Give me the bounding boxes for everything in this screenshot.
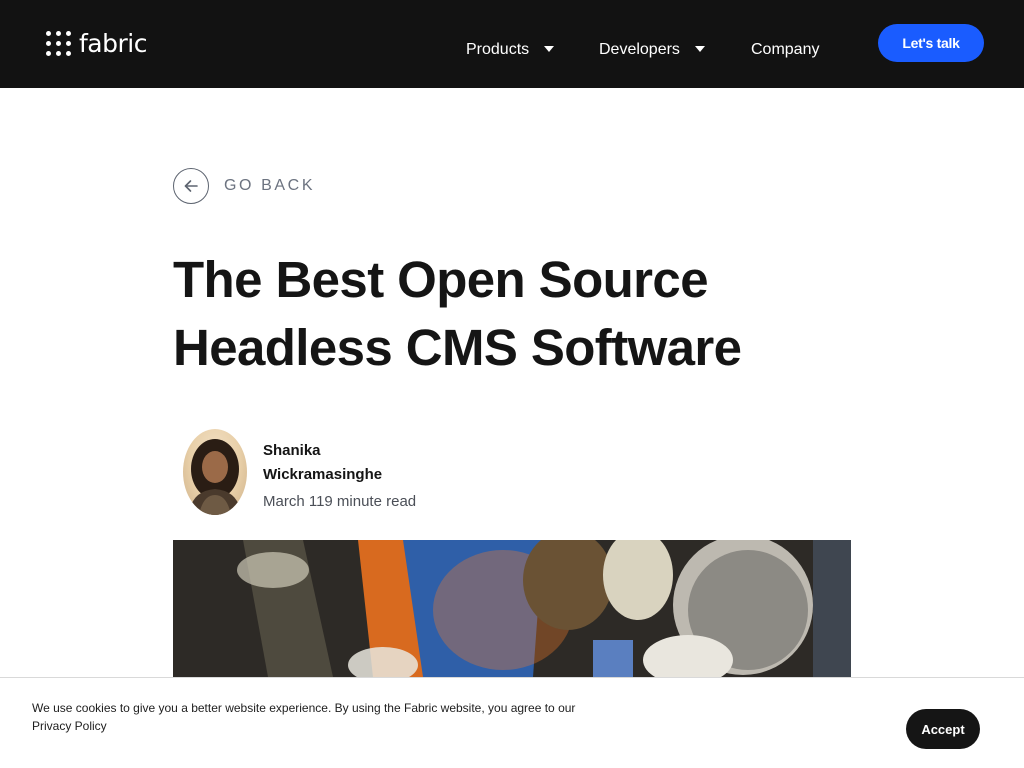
chevron-down-icon <box>694 46 705 52</box>
go-back-label: GO BACK <box>224 177 316 194</box>
article-title-line-2: Headless CMS Software <box>173 319 742 376</box>
nav-developers[interactable]: Developers <box>599 38 705 62</box>
cookie-text: We use cookies to give you a better webs… <box>32 701 576 715</box>
site-header: fabric Products Developers Company Let's… <box>0 0 1024 88</box>
nav-developers-label: Developers <box>599 41 680 58</box>
logo-dots-icon <box>46 31 72 57</box>
article-meta: March 119 minute read <box>263 493 417 510</box>
author-last-name: Wickramasinghe <box>263 466 383 483</box>
go-back-link[interactable]: GO BACK <box>173 168 315 204</box>
nav-company[interactable]: Company <box>751 38 819 62</box>
author-block: Shanika Wickramasinghe March 119 minute … <box>183 429 416 515</box>
author-info: Shanika Wickramasinghe March 119 minute … <box>263 439 443 510</box>
avatar <box>183 429 247 515</box>
author-first-name: Shanika <box>263 442 321 459</box>
cookie-message: We use cookies to give you a better webs… <box>32 699 632 735</box>
chevron-down-icon <box>544 46 555 52</box>
fabric-logo[interactable]: fabric <box>46 30 147 58</box>
nav-company-label: Company <box>751 41 820 58</box>
article-title: The Best Open Source Headless CMS Softwa… <box>173 246 853 382</box>
logo-text: fabric <box>79 29 147 58</box>
cookie-banner: We use cookies to give you a better webs… <box>0 677 1024 768</box>
arrow-left-icon <box>173 168 209 204</box>
nav-products[interactable]: Products <box>466 38 555 62</box>
lets-talk-button[interactable]: Let's talk <box>878 24 984 62</box>
nav-products-label: Products <box>466 41 530 58</box>
accept-cookies-button[interactable]: Accept <box>906 709 980 749</box>
article-title-line-1: The Best Open Source <box>173 251 709 308</box>
author-name: Shanika Wickramasinghe <box>263 439 403 487</box>
hero-image <box>173 540 851 677</box>
privacy-policy-link[interactable]: Privacy Policy <box>32 717 632 735</box>
